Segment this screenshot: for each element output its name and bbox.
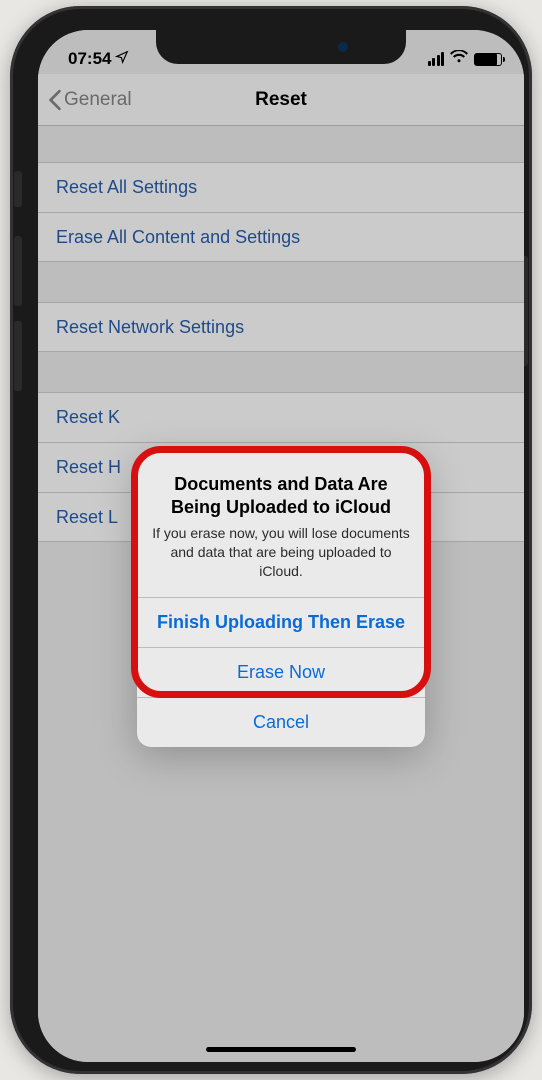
- alert-title: Documents and Data Are Being Uploaded to…: [151, 473, 411, 518]
- button-label: Cancel: [253, 712, 309, 733]
- home-indicator[interactable]: [206, 1047, 356, 1052]
- volume-up-button[interactable]: [14, 236, 22, 306]
- button-label: Erase Now: [237, 662, 325, 683]
- phone-frame: 07:54 General Reset Reset All: [10, 6, 532, 1074]
- alert-message: If you erase now, you will lose document…: [151, 524, 411, 581]
- cancel-button[interactable]: Cancel: [137, 697, 425, 747]
- button-label: Finish Uploading Then Erase: [157, 612, 405, 633]
- mute-switch[interactable]: [14, 171, 22, 207]
- finish-uploading-then-erase-button[interactable]: Finish Uploading Then Erase: [137, 597, 425, 647]
- erase-now-button[interactable]: Erase Now: [137, 647, 425, 697]
- screen: 07:54 General Reset Reset All: [38, 30, 524, 1062]
- modal-overlay: Documents and Data Are Being Uploaded to…: [38, 30, 524, 1062]
- icloud-upload-alert: Documents and Data Are Being Uploaded to…: [137, 453, 425, 747]
- volume-down-button[interactable]: [14, 321, 22, 391]
